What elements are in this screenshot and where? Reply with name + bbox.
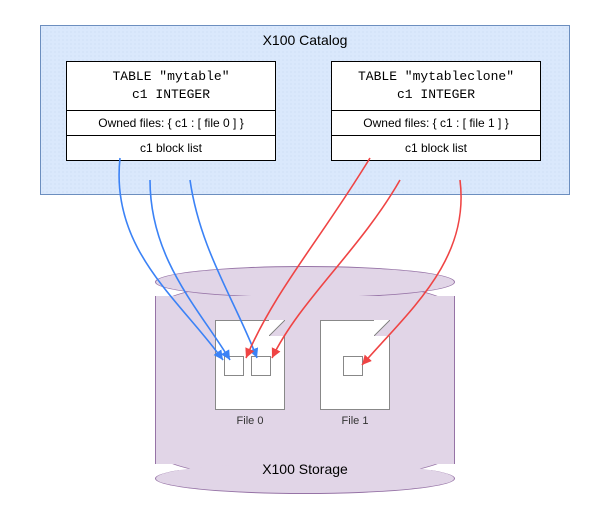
storage-block [224,356,244,376]
block-list-row: c1 block list [67,136,275,160]
table-header: TABLE "mytableclone" c1 INTEGER [332,62,540,111]
file-1: File 1 [320,320,390,410]
table-mytableclone: TABLE "mytableclone" c1 INTEGER Owned fi… [331,61,541,161]
storage-cylinder: X100 Storage [155,280,455,480]
file-label: File 0 [216,415,284,427]
storage-body [155,296,455,464]
catalog-title: X100 Catalog [41,26,569,58]
file-fold-icon [374,320,390,336]
file-label: File 1 [321,415,389,427]
table-name: TABLE "mytableclone" [336,68,536,86]
table-column: c1 INTEGER [336,86,536,104]
storage-block [343,356,363,376]
table-name: TABLE "mytable" [71,68,271,86]
table-mytable: TABLE "mytable" c1 INTEGER Owned files: … [66,61,276,161]
file-0: File 0 [215,320,285,410]
block-list-row: c1 block list [332,136,540,160]
owned-files-row: Owned files: { c1 : [ file 1 ] } [332,111,540,136]
file-fold-icon [269,320,285,336]
storage-block [251,356,271,376]
storage-title: X100 Storage [156,461,454,477]
owned-files-row: Owned files: { c1 : [ file 0 ] } [67,111,275,136]
table-column: c1 INTEGER [71,86,271,104]
table-header: TABLE "mytable" c1 INTEGER [67,62,275,111]
catalog-container: X100 Catalog TABLE "mytable" c1 INTEGER … [40,25,570,195]
